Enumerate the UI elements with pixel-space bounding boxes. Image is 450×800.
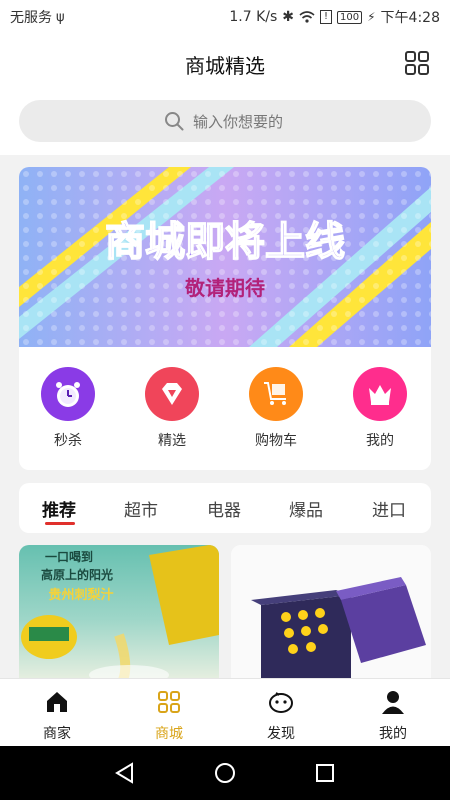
- product-image: [231, 545, 431, 680]
- tab-appliances[interactable]: 电器: [207, 496, 241, 521]
- bluetooth-icon: ✱: [282, 9, 294, 25]
- quick-action-label: 精选: [158, 433, 186, 449]
- home-icon: [47, 692, 67, 712]
- banner-headline: 商城即将上线: [105, 219, 345, 265]
- charging-icon: ⚡: [367, 10, 376, 24]
- wifi-icon: [299, 11, 315, 23]
- clock-time: 下午4:28: [380, 10, 440, 26]
- promo-card: 商城即将上线 敬请期待 秒杀 精选 购物车 我的: [19, 167, 431, 470]
- usb-icon: ψ: [56, 9, 65, 25]
- recents-icon[interactable]: [314, 762, 336, 784]
- product-line: 一口喝到: [45, 549, 93, 564]
- alert-icon: !: [320, 10, 333, 24]
- banner-subline: 敬请期待: [184, 276, 265, 300]
- nav-discover[interactable]: 发现: [236, 689, 326, 743]
- product-card[interactable]: [231, 545, 431, 680]
- header: 商城精选: [0, 30, 450, 155]
- nav-label: 我的: [379, 726, 407, 742]
- crown-icon: [353, 367, 407, 421]
- quick-action-cart[interactable]: 购物车: [236, 367, 316, 450]
- nav-label: 商家: [43, 726, 71, 742]
- profile-icon: [382, 691, 404, 714]
- product-line: 高原上的阳光: [41, 567, 113, 582]
- alarm-clock-icon: [41, 367, 95, 421]
- quick-action-mine[interactable]: 我的: [340, 367, 420, 450]
- nav-label: 商城: [155, 726, 183, 742]
- quick-actions: 秒杀 精选 购物车 我的: [19, 367, 431, 457]
- nav-merchants[interactable]: 商家: [12, 689, 102, 743]
- quick-action-featured[interactable]: 精选: [132, 367, 212, 450]
- tab-hot-items[interactable]: 爆品: [289, 496, 323, 521]
- home-circle-icon[interactable]: [214, 762, 236, 784]
- category-tabs: 推荐 超市 电器 爆品 进口: [19, 483, 431, 533]
- tab-imported[interactable]: 进口: [372, 496, 406, 521]
- nav-mall[interactable]: 商城: [124, 689, 214, 743]
- grid-icon: [158, 691, 180, 713]
- cart-icon: [249, 367, 303, 421]
- grid-menu-icon[interactable]: [404, 50, 430, 76]
- tab-recommend[interactable]: 推荐: [42, 496, 76, 521]
- tab-supermarket[interactable]: 超市: [124, 496, 158, 521]
- bottom-nav: 商家 商城 发现 我的: [0, 678, 450, 747]
- search-input[interactable]: [191, 108, 395, 136]
- search-icon: [165, 112, 184, 131]
- discover-icon: [269, 692, 293, 713]
- product-card[interactable]: 一口喝到 高原上的阳光 贵州刺梨汁: [19, 545, 219, 680]
- product-image: 一口喝到 高原上的阳光 贵州刺梨汁: [21, 545, 219, 680]
- quick-action-label: 秒杀: [54, 433, 82, 449]
- battery-icon: 100: [337, 10, 363, 24]
- back-icon[interactable]: [114, 762, 136, 784]
- quick-action-label: 我的: [366, 433, 394, 449]
- nav-profile[interactable]: 我的: [348, 689, 438, 743]
- status-bar: 无服务 ψ 1.7 K/s ✱ ! 100 ⚡ 下午4:28: [0, 0, 450, 30]
- system-nav-bar: [0, 746, 450, 800]
- network-speed: 1.7 K/s: [229, 9, 278, 25]
- active-tab-indicator: [45, 522, 75, 525]
- diamond-icon: [145, 367, 199, 421]
- quick-action-label: 购物车: [255, 433, 297, 449]
- product-line: 贵州刺梨汁: [48, 587, 113, 603]
- page-title: 商城精选: [185, 54, 265, 78]
- search-bar[interactable]: [19, 100, 431, 142]
- nav-label: 发现: [267, 726, 295, 742]
- carrier-label: 无服务: [10, 10, 52, 26]
- promo-banner[interactable]: 商城即将上线 敬请期待: [19, 167, 431, 347]
- quick-action-flash-sale[interactable]: 秒杀: [28, 367, 108, 450]
